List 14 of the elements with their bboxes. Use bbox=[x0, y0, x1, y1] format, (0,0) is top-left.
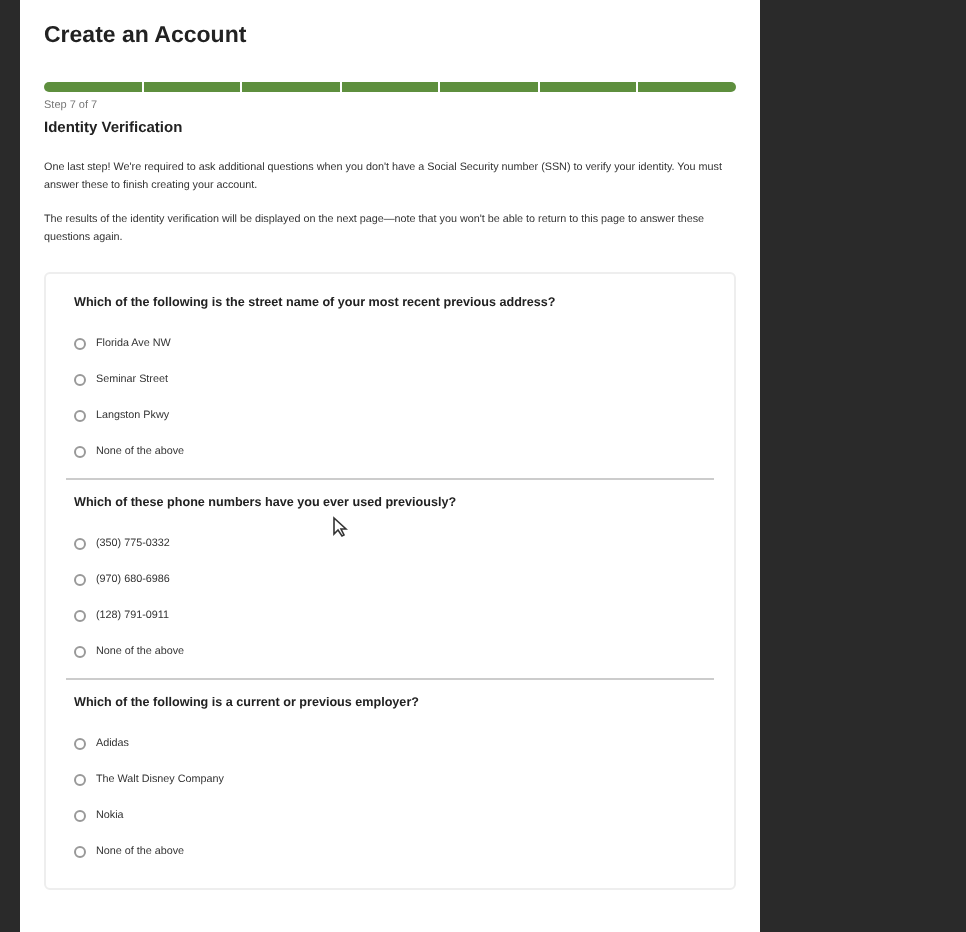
radio-button[interactable] bbox=[74, 846, 86, 858]
radio-button[interactable] bbox=[74, 538, 86, 550]
mouse-pointer-icon bbox=[332, 516, 348, 538]
radio-button[interactable] bbox=[74, 646, 86, 658]
radio-button[interactable] bbox=[74, 810, 86, 822]
radio-button[interactable] bbox=[74, 446, 86, 458]
radio-button[interactable] bbox=[74, 610, 86, 622]
page-title: Create an Account bbox=[44, 24, 249, 48]
radio-button[interactable] bbox=[74, 410, 86, 422]
radio-button[interactable] bbox=[74, 574, 86, 586]
radio-button[interactable] bbox=[74, 338, 86, 350]
radio-button[interactable] bbox=[74, 774, 86, 786]
radio-button[interactable] bbox=[74, 374, 86, 386]
radio-button[interactable] bbox=[74, 738, 86, 750]
